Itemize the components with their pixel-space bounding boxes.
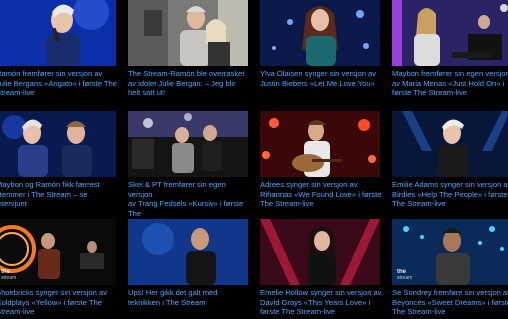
video-card-2[interactable]: The Stream-Ramón ble overrasket av idole… — [128, 0, 248, 100]
video-card-9[interactable]: thestream Shoebricks synger sin versjon … — [0, 219, 116, 319]
video-thumbnail[interactable]: the stream — [392, 219, 508, 285]
video-card-4[interactable]: Maybon fremfører sin egen versjon av Mar… — [392, 0, 508, 100]
video-thumbnail[interactable] — [260, 219, 380, 285]
video-thumbnail[interactable] — [392, 111, 508, 177]
stream-watermark: the stream — [1, 269, 17, 281]
video-card-10[interactable]: Ups! Her gikk det galt med teknikken i T… — [128, 219, 248, 319]
video-title[interactable]: Se Sondrey fremføre sin versjon av Beyon… — [392, 288, 508, 317]
video-title[interactable]: Ups! Her gikk det galt med teknikken i T… — [128, 288, 250, 307]
video-card-6[interactable]: Skei & PT fremfører sin egen versjon av … — [128, 111, 248, 227]
video-card-12[interactable]: the stream Se Sondrey fremføre sin versjo… — [392, 219, 508, 319]
video-thumbnail[interactable] — [392, 0, 508, 66]
video-thumbnail[interactable] — [260, 0, 380, 66]
video-title[interactable]: Adrees synger sin versjon av Rihannas «W… — [260, 180, 382, 209]
video-title[interactable]: Maybon fremfører sin egen versjon av Mar… — [392, 69, 508, 98]
video-title[interactable]: Maybon og Ramón fikk færrest stemmer i T… — [0, 180, 118, 209]
video-card-11[interactable]: Emelie Hollow synger sin versjon av Davi… — [260, 219, 382, 319]
video-card-5[interactable]: Maybon og Ramón fikk færrest stemmer i T… — [0, 111, 116, 211]
stream-watermark: the stream — [397, 269, 413, 281]
video-title[interactable]: Emelie Hollow synger sin versjon av Davi… — [260, 288, 382, 317]
video-thumbnail[interactable] — [128, 111, 248, 177]
video-thumbnail[interactable] — [128, 219, 248, 285]
video-title[interactable]: Ramón fremfører sin versjon av Julie Ber… — [0, 69, 118, 98]
video-title[interactable]: Shoebricks synger sin versjon av Coldpla… — [0, 288, 118, 317]
video-card-1[interactable]: Ramón fremfører sin versjon av Julie Ber… — [0, 0, 118, 100]
video-title[interactable]: Emilie Adams synger sin versjon av Birdi… — [392, 180, 508, 209]
video-thumbnail[interactable] — [128, 0, 248, 66]
video-title[interactable]: Ylva Olaisen synger sin versjon av Justi… — [260, 69, 382, 88]
video-thumbnail[interactable] — [0, 0, 116, 66]
video-card-8[interactable]: Emilie Adams synger sin versjon av Birdi… — [392, 111, 508, 211]
video-thumbnail[interactable] — [260, 111, 380, 177]
video-card-3[interactable]: Ylva Olaisen synger sin versjon av Justi… — [260, 0, 380, 100]
video-thumbnail[interactable]: the stream — [0, 219, 116, 285]
video-card-7[interactable]: Adrees synger sin versjon av Rihannas «W… — [260, 111, 382, 211]
video-title[interactable]: The Stream-Ramón ble overrasket av idole… — [128, 69, 250, 98]
video-thumbnail[interactable] — [0, 111, 116, 177]
